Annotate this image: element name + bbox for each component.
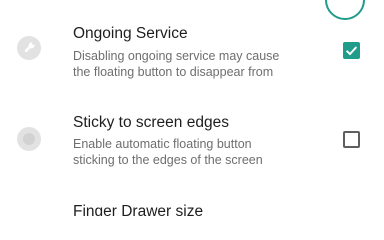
setting-row-finger-drawer[interactable]: Finger Drawer size [0, 188, 384, 216]
setting-row-ongoing-service[interactable]: Ongoing Service Disabling ongoing servic… [0, 0, 384, 100]
ongoing-service-checkbox[interactable] [343, 42, 360, 59]
wrench-icon [17, 36, 41, 60]
setting-title: Ongoing Service [73, 25, 188, 42]
setting-title: Finger Drawer size [73, 203, 204, 216]
setting-summary-line-1: Enable automatic floating button [73, 137, 252, 151]
setting-summary-line-2: the floating button to disappear from [73, 65, 274, 79]
setting-row-sticky-edges[interactable]: Sticky to screen edges Enable automatic … [0, 100, 384, 188]
setting-summary-line-1: Disabling ongoing service may cause [73, 49, 280, 63]
setting-summary-line-2: sticking to the edges of the screen [73, 153, 263, 167]
sticky-edges-checkbox[interactable] [343, 131, 360, 148]
setting-title: Sticky to screen edges [73, 114, 229, 131]
checkmark-icon [345, 46, 358, 56]
circle-icon [17, 127, 41, 151]
settings-screen: Ongoing Service Disabling ongoing servic… [0, 0, 384, 216]
